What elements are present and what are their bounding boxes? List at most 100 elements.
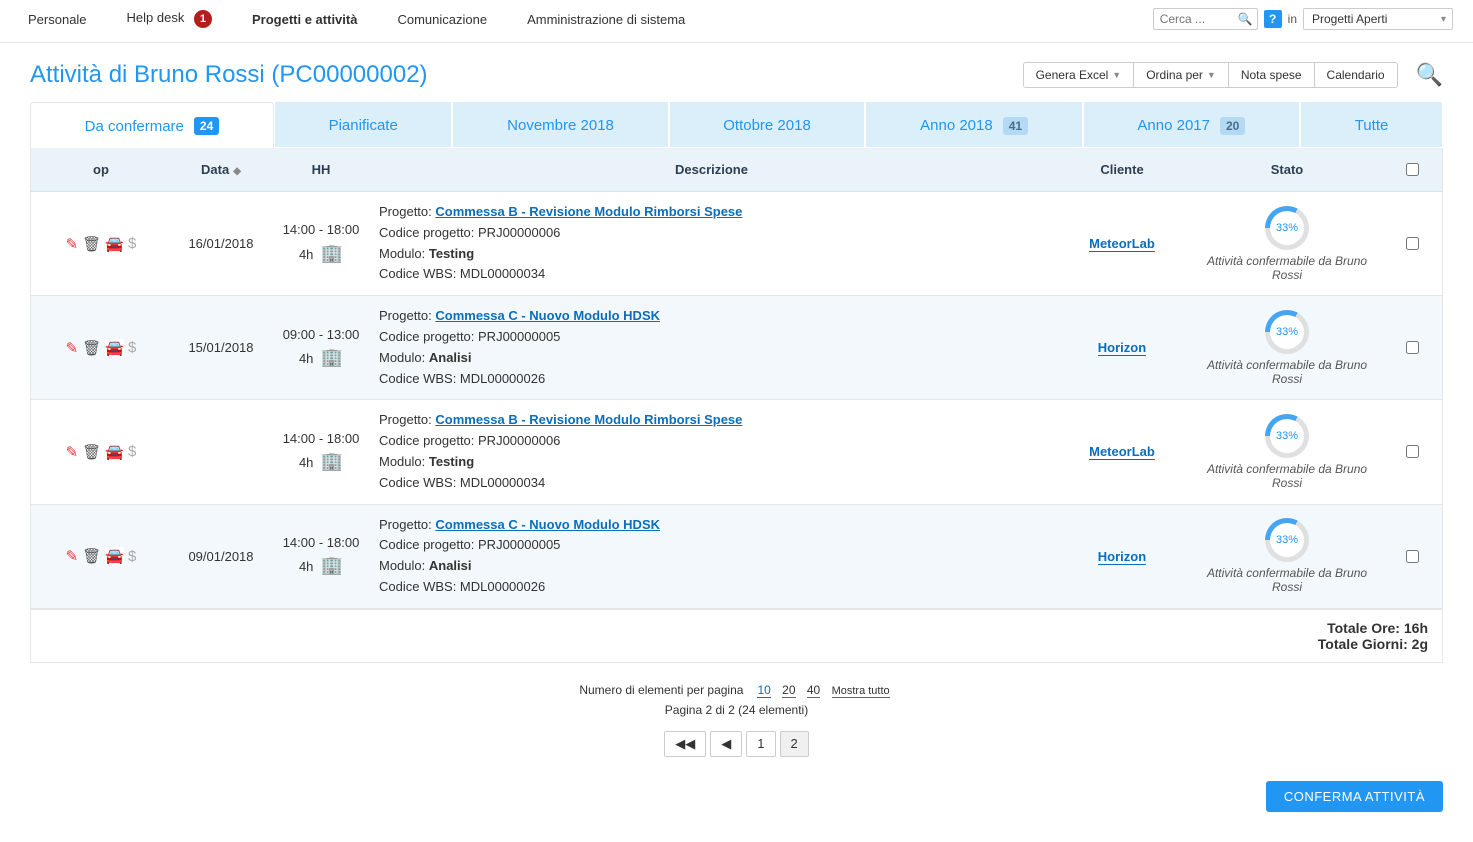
scope-dropdown[interactable]: Progetti Aperti [1303, 8, 1453, 30]
car-icon[interactable]: 🚘 [105, 443, 124, 461]
hh-cell: 14:00 - 18:004h 🏢 [271, 192, 371, 296]
totals: Totale Ore: 16h Totale Giorni: 2g [31, 609, 1442, 662]
hh-cell: 14:00 - 18:004h 🏢 [271, 400, 371, 504]
per-page-40[interactable]: 40 [807, 683, 820, 698]
stato-cell: 33% Attività confermabile da Bruno Rossi [1192, 192, 1382, 296]
big-search-icon[interactable]: 🔍 [1416, 62, 1443, 88]
col-check [1382, 148, 1442, 192]
table-row: ✎ 🗑 🚘 $ 09/01/2018 14:00 - 18:004h 🏢 Pro… [31, 504, 1442, 608]
project-link[interactable]: Commessa B - Revisione Modulo Rimborsi S… [435, 412, 742, 427]
car-icon[interactable]: 🚘 [105, 339, 124, 357]
col-desc: Descrizione [371, 148, 1052, 192]
col-cliente: Cliente [1052, 148, 1192, 192]
tab-badge: 41 [1003, 117, 1028, 135]
page-info: Pagina 2 di 2 (24 elementi) [0, 703, 1473, 717]
pager: Numero di elementi per pagina 10 20 40 M… [0, 683, 1473, 757]
tab-4[interactable]: Anno 2018 41 [865, 101, 1082, 147]
progress-ring: 33% [1265, 518, 1309, 562]
row-checkbox[interactable] [1406, 237, 1419, 250]
select-all-checkbox[interactable] [1406, 163, 1419, 176]
nav-progetti[interactable]: Progetti e attività [252, 12, 357, 27]
search-icon[interactable]: 🔍 [1238, 12, 1253, 26]
car-icon[interactable]: 🚘 [105, 235, 124, 253]
project-link[interactable]: Commessa C - Nuovo Modulo HDSK [435, 308, 660, 323]
col-data[interactable]: Data◆ [171, 148, 271, 192]
search-input[interactable] [1158, 11, 1238, 27]
tab-badge: 20 [1220, 117, 1245, 135]
footer: CONFERMA ATTIVITÀ [0, 767, 1473, 842]
helpdesk-badge: 1 [194, 10, 212, 28]
tab-label: Anno 2018 [920, 117, 993, 134]
delete-icon[interactable]: 🗑 [82, 547, 101, 565]
edit-icon[interactable]: ✎ [66, 339, 79, 357]
delete-icon[interactable]: 🗑 [82, 235, 101, 253]
progress-ring: 33% [1265, 310, 1309, 354]
pager-buttons: ◀◀ ◀ 1 2 [664, 731, 808, 757]
building-icon: 🏢 [321, 347, 343, 367]
cliente-cell: Horizon [1052, 296, 1192, 400]
project-link[interactable]: Commessa C - Nuovo Modulo HDSK [435, 517, 660, 532]
row-checkbox[interactable] [1406, 550, 1419, 563]
row-checkbox[interactable] [1406, 445, 1419, 458]
pager-first[interactable]: ◀◀ [664, 731, 706, 757]
dollar-icon[interactable]: $ [128, 339, 136, 356]
tab-3[interactable]: Ottobre 2018 [669, 101, 866, 147]
stato-cell: 33% Attività confermabile da Bruno Rossi [1192, 504, 1382, 608]
show-all-link[interactable]: Mostra tutto [832, 685, 890, 698]
confirm-button[interactable]: CONFERMA ATTIVITÀ [1266, 781, 1443, 812]
delete-icon[interactable]: 🗑 [82, 339, 101, 357]
project-link[interactable]: Commessa B - Revisione Modulo Rimborsi S… [435, 204, 742, 219]
tab-0[interactable]: Da confermare24 [30, 102, 274, 148]
desc-cell: Progetto: Commessa C - Nuovo Modulo HDSK… [371, 504, 1052, 608]
calendar-button[interactable]: Calendario [1315, 63, 1397, 87]
tab-6[interactable]: Tutte [1300, 101, 1443, 147]
cliente-cell: MeteorLab [1052, 400, 1192, 504]
cliente-link[interactable]: Horizon [1098, 340, 1146, 356]
search-box[interactable]: 🔍 [1153, 8, 1258, 30]
nav-amministrazione[interactable]: Amministrazione di sistema [527, 12, 685, 27]
dollar-icon[interactable]: $ [128, 235, 136, 252]
edit-icon[interactable]: ✎ [66, 443, 79, 461]
export-excel-button[interactable]: Genera Excel▼ [1024, 63, 1135, 87]
pager-page-1[interactable]: 1 [746, 731, 775, 757]
car-icon[interactable]: 🚘 [105, 547, 124, 565]
date-cell: 16/01/2018 [171, 192, 271, 296]
sort-button[interactable]: Ordina per▼ [1134, 63, 1229, 87]
activities-table: op Data◆ HH Descrizione Cliente Stato ✎ … [31, 148, 1442, 609]
col-op: op [31, 148, 171, 192]
search-wrap: 🔍 ? in Progetti Aperti [1153, 8, 1453, 30]
edit-icon[interactable]: ✎ [66, 235, 79, 253]
cliente-link[interactable]: MeteorLab [1089, 444, 1155, 460]
nav-personale[interactable]: Personale [28, 12, 87, 27]
hh-cell: 14:00 - 18:004h 🏢 [271, 504, 371, 608]
tab-2[interactable]: Novembre 2018 [452, 101, 668, 147]
tab-5[interactable]: Anno 201720 [1083, 101, 1300, 147]
cliente-cell: Horizon [1052, 504, 1192, 608]
tab-1[interactable]: Pianificate [274, 101, 453, 147]
nav-comunicazione[interactable]: Comunicazione [397, 12, 487, 27]
expense-button[interactable]: Nota spese [1229, 63, 1315, 87]
table-row: ✎ 🗑 🚘 $ 16/01/2018 14:00 - 18:004h 🏢 Pro… [31, 192, 1442, 296]
row-checkbox[interactable] [1406, 341, 1419, 354]
pager-page-2[interactable]: 2 [780, 731, 809, 757]
cliente-link[interactable]: MeteorLab [1089, 236, 1155, 252]
dollar-icon[interactable]: $ [128, 548, 136, 565]
cliente-link[interactable]: Horizon [1098, 549, 1146, 565]
desc-cell: Progetto: Commessa B - Revisione Modulo … [371, 400, 1052, 504]
edit-icon[interactable]: ✎ [66, 547, 79, 565]
dollar-icon[interactable]: $ [128, 443, 136, 460]
stato-cell: 33% Attività confermabile da Bruno Rossi [1192, 400, 1382, 504]
pager-prev[interactable]: ◀ [710, 731, 742, 757]
date-cell: 15/01/2018 [171, 296, 271, 400]
page-header: Attività di Bruno Rossi (PC00000002) Gen… [0, 43, 1473, 89]
per-page-20[interactable]: 20 [782, 683, 795, 698]
scope-selected: Progetti Aperti [1312, 12, 1387, 26]
nav-helpdesk[interactable]: Help desk 1 [127, 10, 212, 28]
cliente-cell: MeteorLab [1052, 192, 1192, 296]
delete-icon[interactable]: 🗑 [82, 443, 101, 461]
top-nav: Personale Help desk 1 Progetti e attivit… [0, 0, 1473, 43]
tabs: Da confermare24PianificateNovembre 2018O… [30, 101, 1443, 148]
help-icon[interactable]: ? [1264, 10, 1282, 28]
hh-cell: 09:00 - 13:004h 🏢 [271, 296, 371, 400]
per-page-10[interactable]: 10 [757, 683, 770, 698]
